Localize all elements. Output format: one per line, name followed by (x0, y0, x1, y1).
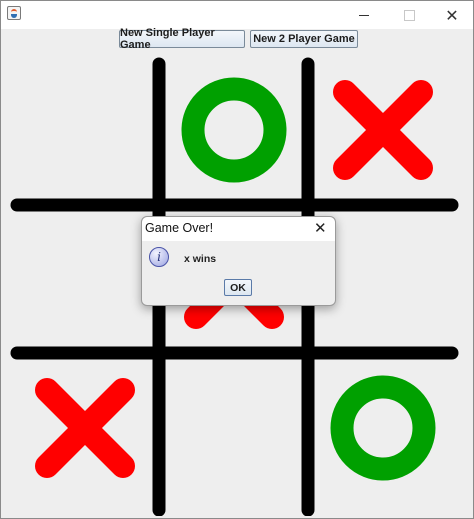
new-two-player-game-button[interactable]: New 2 Player Game (250, 30, 358, 48)
dialog-message: x wins (184, 253, 217, 265)
dialog-title-bar[interactable]: Game Over! ✕ (142, 217, 335, 241)
o-mark (330, 375, 436, 481)
maximize-button[interactable] (386, 1, 432, 29)
title-bar[interactable]: ✕ (1, 1, 473, 29)
ok-button[interactable]: OK (224, 279, 252, 296)
dialog-title: Game Over! (145, 221, 214, 235)
minimize-icon (359, 14, 369, 16)
dialog-close-icon[interactable]: ✕ (314, 219, 327, 237)
new-single-player-game-button[interactable]: New Single Player Game (119, 27, 245, 51)
info-icon: i (149, 247, 169, 267)
x-mark (333, 80, 433, 180)
game-over-dialog: Game Over! ✕ i x wins OK (141, 216, 336, 306)
close-button[interactable]: ✕ (429, 1, 474, 29)
close-icon: ✕ (445, 5, 459, 25)
java-app-icon (7, 6, 21, 20)
maximize-icon (403, 9, 415, 21)
x-mark (35, 378, 135, 478)
minimize-button[interactable] (341, 1, 387, 29)
game-window: ✕ New Single Player Game New 2 Player Ga… (0, 0, 474, 519)
o-mark (181, 77, 287, 183)
